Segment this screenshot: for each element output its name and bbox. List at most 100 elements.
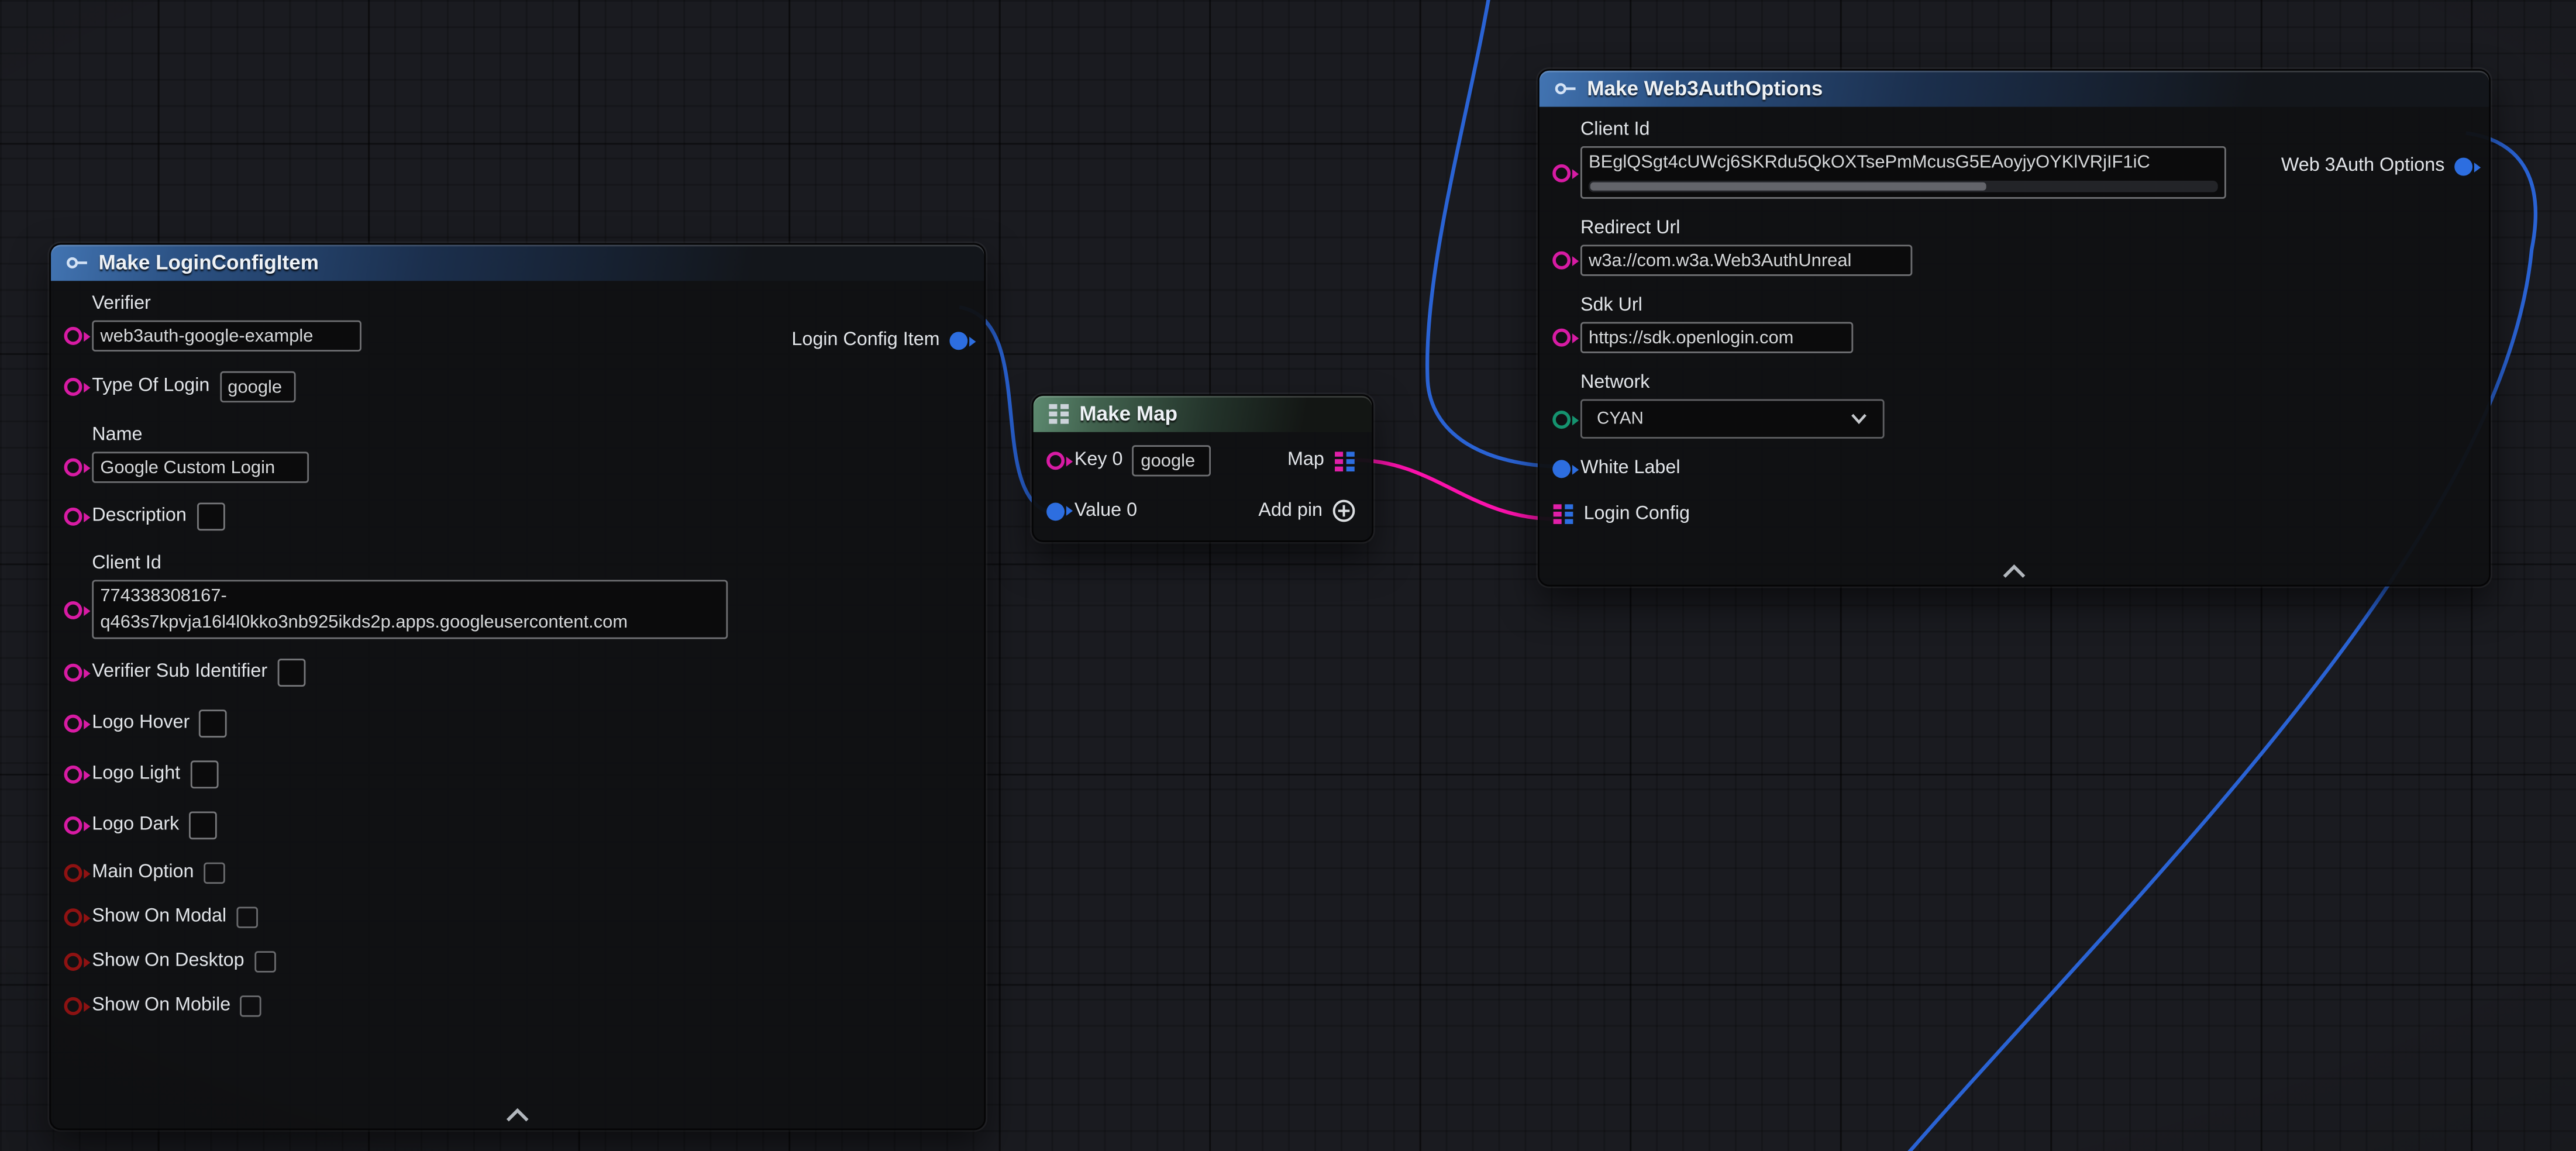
key0-input[interactable] xyxy=(1132,445,1211,476)
pin-row-description: Description xyxy=(64,502,968,530)
blueprint-editor-viewport: Make LoginConfigItem Login Config Item V… xyxy=(0,0,2576,1151)
verifier-sub-identifier-input[interactable] xyxy=(277,659,305,687)
show-on-desktop-checkbox[interactable] xyxy=(254,951,275,973)
pin-row-logo-dark: Logo Dark xyxy=(64,811,968,839)
name-input[interactable] xyxy=(92,452,309,483)
enum-pin[interactable] xyxy=(1552,411,1571,429)
wire-map-to-login-config[interactable] xyxy=(1354,460,1557,519)
pin-label: Main Option xyxy=(92,863,194,884)
pin-label: Verifier Sub Identifier xyxy=(92,662,267,684)
pin-row-sdk-url: Sdk Url xyxy=(1552,296,2472,353)
logo-light-input[interactable] xyxy=(190,760,218,788)
struct-pin[interactable] xyxy=(1552,460,1571,478)
input-scrollbar[interactable] xyxy=(1589,181,2218,192)
pin-row-login-config: Login Config xyxy=(1552,502,2472,525)
pin-label: Show On Mobile xyxy=(92,995,230,1017)
collapse-node-button[interactable] xyxy=(2001,563,2027,580)
boolean-pin[interactable] xyxy=(64,997,82,1015)
pin-label: Key 0 xyxy=(1075,450,1123,472)
pin-row-show-on-mobile: Show On Mobile xyxy=(64,995,968,1017)
pin-label: Logo Light xyxy=(92,764,180,785)
client-id-input[interactable]: 774338308167-q463s7kpvja16l4l0kko3nb925i… xyxy=(92,580,728,639)
show-on-mobile-checkbox[interactable] xyxy=(240,995,262,1017)
pin-row-value0-addpin: Value 0 Add pin xyxy=(1046,499,1355,522)
node-title-bar[interactable]: Make LoginConfigItem xyxy=(51,244,984,281)
pin-row-type-of-login: Type Of Login xyxy=(64,371,968,402)
string-pin[interactable] xyxy=(64,378,82,396)
pin-label: Logo Dark xyxy=(92,815,179,836)
verifier-input[interactable] xyxy=(92,321,361,351)
string-pin[interactable] xyxy=(64,664,82,682)
map-input-pin[interactable] xyxy=(1552,502,1574,525)
string-pin[interactable] xyxy=(64,601,82,619)
string-pin[interactable] xyxy=(64,715,82,733)
logo-hover-input[interactable] xyxy=(199,709,228,738)
struct-pin[interactable] xyxy=(1046,502,1065,520)
collapse-node-button[interactable] xyxy=(504,1107,531,1124)
struct-output-pin[interactable] xyxy=(949,332,967,350)
make-struct-icon xyxy=(66,251,88,274)
main-option-checkbox[interactable] xyxy=(204,863,225,884)
string-pin[interactable] xyxy=(64,508,82,526)
pin-label: Name xyxy=(92,425,309,447)
pin-row-logo-light: Logo Light xyxy=(64,760,968,788)
pin-row-login-config-item: Login Config Item xyxy=(791,330,967,352)
string-pin[interactable] xyxy=(1552,251,1571,270)
string-pin[interactable] xyxy=(64,816,82,835)
pin-label: Show On Modal xyxy=(92,907,226,928)
pin-row-show-on-desktop: Show On Desktop xyxy=(64,951,968,973)
pin-label: Sdk Url xyxy=(1580,296,1853,318)
pin-row-verifier-sub-identifier: Verifier Sub Identifier xyxy=(64,659,968,687)
struct-output-pin[interactable] xyxy=(2454,158,2472,176)
logo-dark-input[interactable] xyxy=(189,811,217,839)
make-struct-icon xyxy=(1554,77,1577,100)
string-pin[interactable] xyxy=(64,327,82,345)
string-pin[interactable] xyxy=(1046,452,1065,470)
pin-label: Value 0 xyxy=(1075,500,1137,522)
pin-row-web3auth-options: Web 3Auth Options xyxy=(2281,156,2472,178)
map-output-pin[interactable] xyxy=(1334,449,1356,472)
node-make-loginconfigitem[interactable]: Make LoginConfigItem Login Config Item V… xyxy=(49,243,986,1131)
string-pin[interactable] xyxy=(1552,164,1571,182)
pin-row-logo-hover: Logo Hover xyxy=(64,709,968,738)
network-dropdown[interactable]: CYAN xyxy=(1580,399,1885,439)
sdk-url-input[interactable] xyxy=(1580,322,1853,353)
redirect-url-input[interactable] xyxy=(1580,244,1912,275)
node-make-map[interactable]: Make Map Key 0 Map xyxy=(1032,394,1373,542)
boolean-pin[interactable] xyxy=(64,864,82,882)
pin-row-client-id: Client Id 774338308167-q463s7kpvja16l4l0… xyxy=(64,554,968,639)
node-title-bar[interactable]: Make Map xyxy=(1034,396,1372,432)
type-of-login-input[interactable] xyxy=(219,371,295,402)
graph-canvas[interactable]: Make LoginConfigItem Login Config Item V… xyxy=(0,0,2576,1151)
string-pin[interactable] xyxy=(64,459,82,477)
wire-to-white-label[interactable] xyxy=(1427,0,1554,467)
description-input[interactable] xyxy=(197,502,225,530)
pin-label: Description xyxy=(92,506,187,528)
add-pin-button[interactable] xyxy=(1332,499,1355,522)
string-pin[interactable] xyxy=(64,766,82,784)
node-make-web3authoptions[interactable]: Make Web3AuthOptions Web 3Auth Options C… xyxy=(1538,69,2491,587)
pin-label: Logo Hover xyxy=(92,713,190,735)
pin-label: Type Of Login xyxy=(92,376,209,398)
output-pin-label: Login Config Item xyxy=(791,330,939,352)
pin-label: Redirect Url xyxy=(1580,219,1912,240)
pin-row-show-on-modal: Show On Modal xyxy=(64,907,968,928)
boolean-pin[interactable] xyxy=(64,953,82,971)
pin-label: Network xyxy=(1580,373,1885,395)
pin-row-key0-map: Key 0 Map xyxy=(1046,445,1355,476)
pin-label: Client Id xyxy=(1580,120,2226,142)
pin-row-name: Name xyxy=(64,425,968,483)
client-id-input[interactable]: BEglQSgt4cUWcj6SKRdu5QkOXTsePmMcusG5EAoy… xyxy=(1580,146,2226,199)
chevron-down-icon xyxy=(1850,412,1868,425)
node-title-bar[interactable]: Make Web3AuthOptions xyxy=(1540,71,2489,107)
output-pin-label: Map xyxy=(1287,450,1324,472)
pin-row-redirect-url: Redirect Url xyxy=(1552,219,2472,276)
node-title: Make Web3AuthOptions xyxy=(1587,77,1823,100)
boolean-pin[interactable] xyxy=(64,908,82,926)
scrollbar-thumb[interactable] xyxy=(1590,182,1987,191)
show-on-modal-checkbox[interactable] xyxy=(236,907,258,928)
pin-label: Login Config xyxy=(1584,504,1690,525)
string-pin[interactable] xyxy=(1552,329,1571,347)
node-title: Make Map xyxy=(1079,402,1177,425)
pin-label: White Label xyxy=(1580,459,1680,480)
